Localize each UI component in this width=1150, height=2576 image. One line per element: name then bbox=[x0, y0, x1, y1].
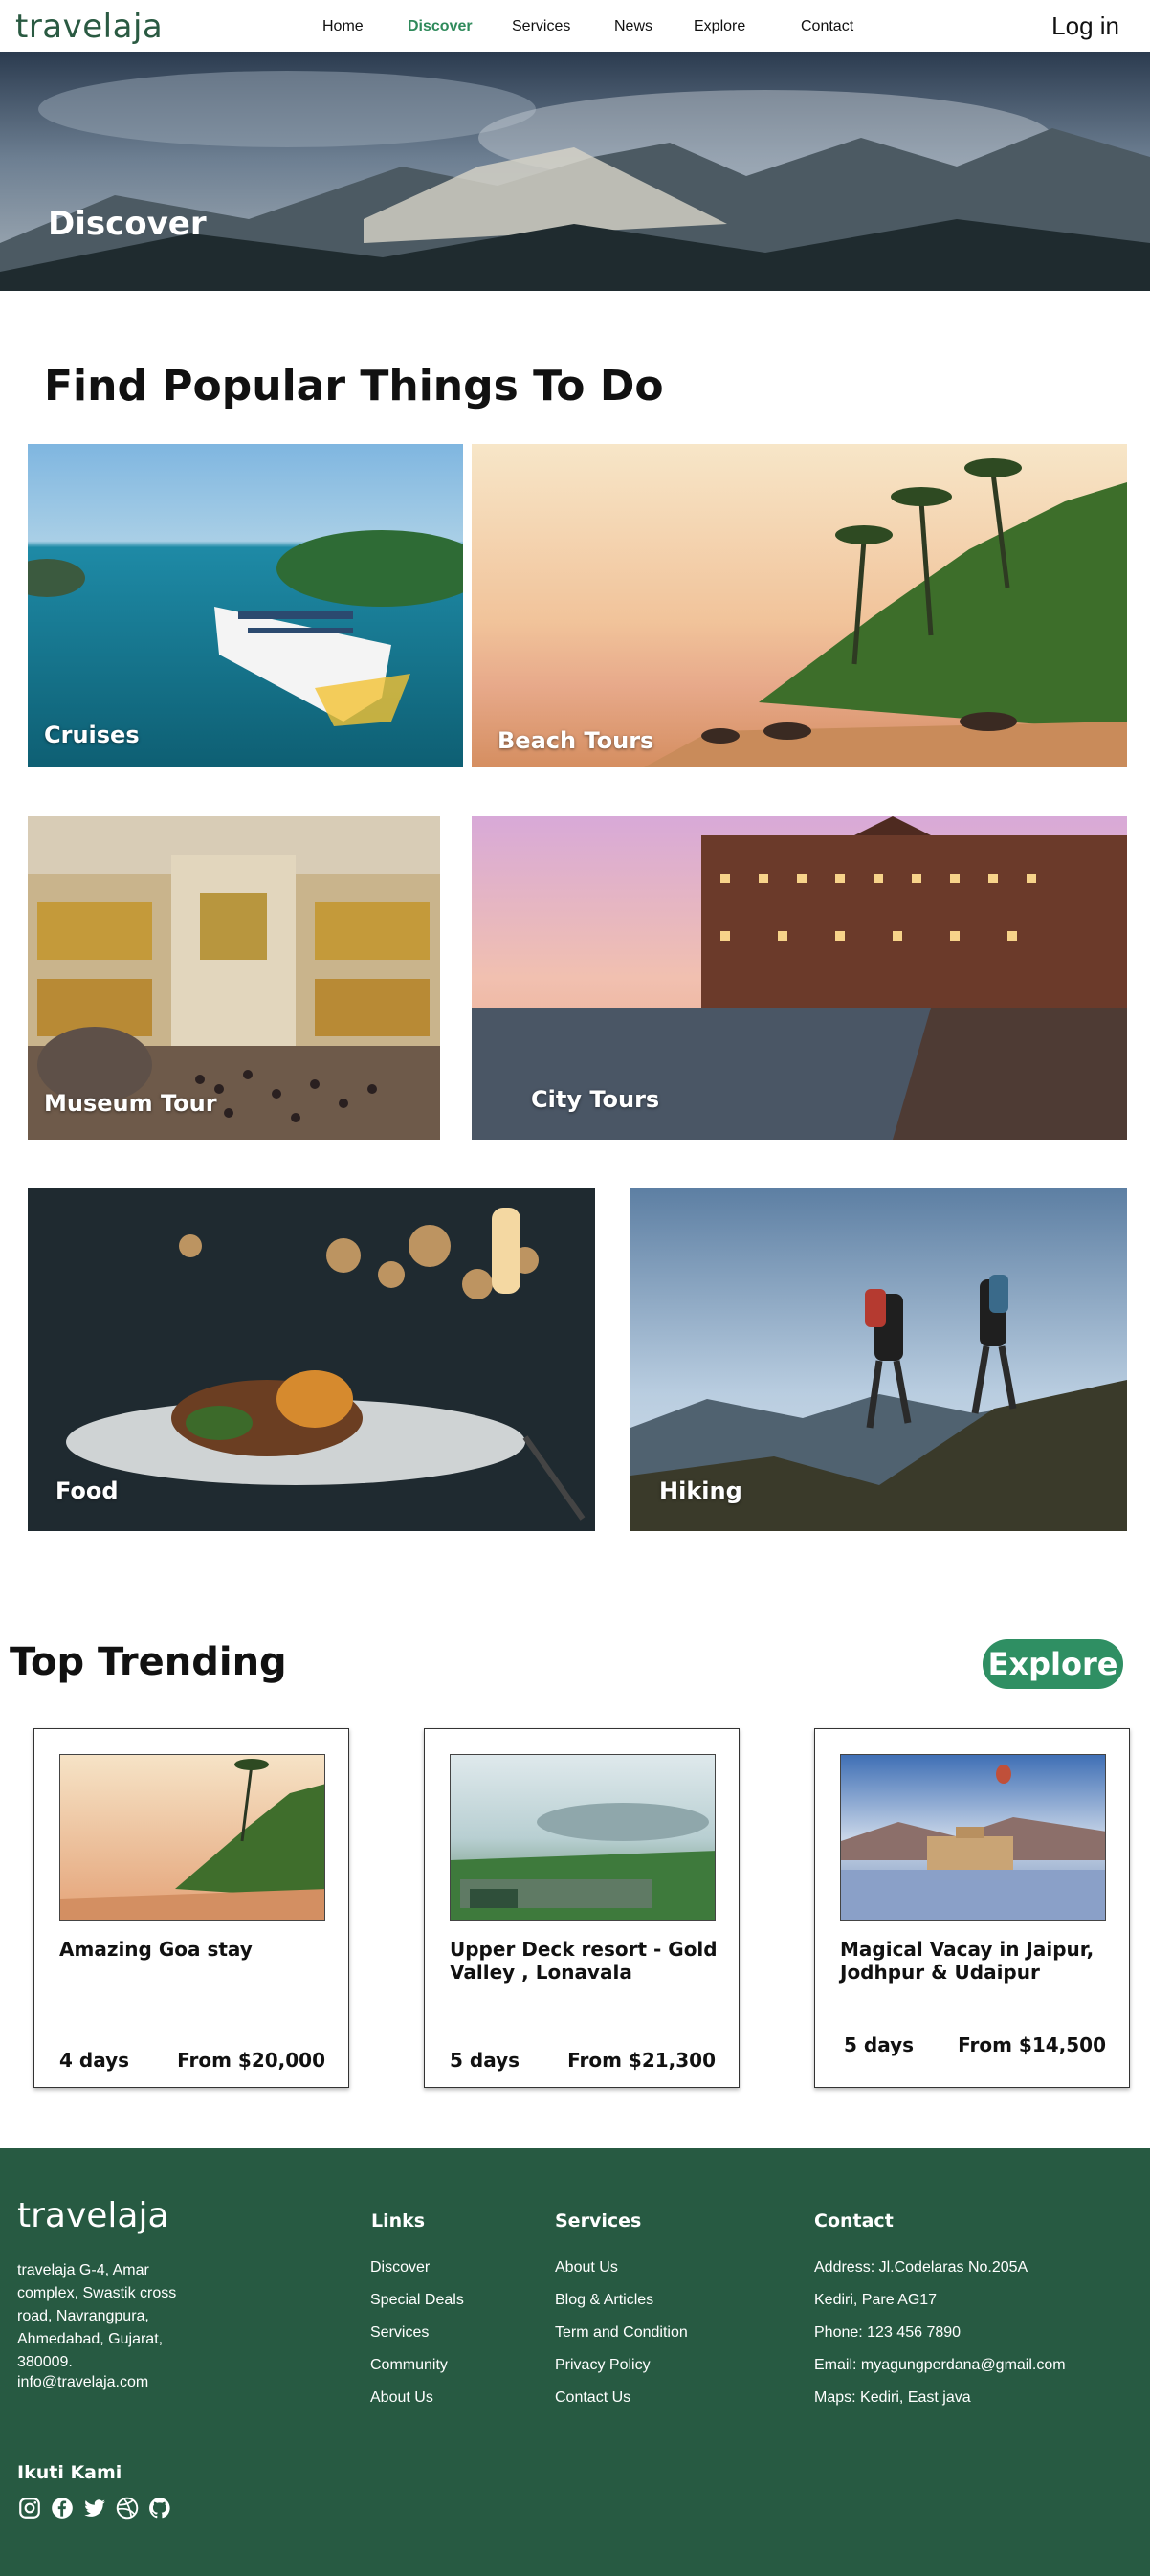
goa-beach-image bbox=[60, 1755, 324, 1920]
tile-label-beach-tours: Beach Tours bbox=[498, 727, 654, 754]
nav-link-explore[interactable]: Explore bbox=[694, 18, 745, 35]
dribbble-icon[interactable] bbox=[115, 2496, 140, 2520]
trending-card-goa[interactable]: Amazing Goa stay 4 days From $20,000 bbox=[33, 1728, 349, 2088]
lonavala-resort-image bbox=[451, 1755, 715, 1920]
nav-link-discover[interactable]: Discover bbox=[408, 18, 473, 35]
instagram-icon[interactable] bbox=[17, 2496, 42, 2520]
tile-label-museum-tour: Museum Tour bbox=[44, 1090, 217, 1117]
footer-social-title: Ikuti Kami bbox=[17, 2462, 122, 2483]
login-button[interactable]: Log in bbox=[1051, 11, 1119, 41]
footer-link-about-us[interactable]: About Us bbox=[370, 2389, 433, 2407]
trending-section-title: Top Trending bbox=[10, 1640, 287, 1684]
footer-contact-title: Contact bbox=[814, 2210, 894, 2232]
footer-logo[interactable]: travelaja bbox=[17, 2196, 169, 2235]
tile-beach-tours[interactable]: Beach Tours bbox=[472, 444, 1127, 767]
footer-link-discover[interactable]: Discover bbox=[370, 2259, 430, 2276]
footer-contact-city: Kediri, Pare AG17 bbox=[814, 2292, 938, 2308]
card-duration: 5 days bbox=[450, 2049, 520, 2072]
nav-link-news[interactable]: News bbox=[614, 18, 652, 35]
site-footer: travelaja travelaja G-4, Amar complex, S… bbox=[0, 2148, 1150, 2576]
footer-contact-email[interactable]: Email: myagungperdana@gmail.com bbox=[814, 2357, 1066, 2374]
tile-label-city-tours: City Tours bbox=[531, 1086, 660, 1113]
jaipur-palace-image bbox=[841, 1755, 1105, 1920]
card-duration: 4 days bbox=[59, 2049, 130, 2072]
card-image-goa bbox=[59, 1754, 325, 1921]
nav-link-home[interactable]: Home bbox=[322, 18, 364, 35]
card-image-jaipur bbox=[840, 1754, 1106, 1921]
card-price: From $21,300 bbox=[567, 2049, 716, 2072]
footer-links-title: Links bbox=[371, 2210, 426, 2232]
footer-service-about-us[interactable]: About Us bbox=[555, 2259, 618, 2276]
top-navbar: travelaja Home Discover Services News Ex… bbox=[0, 0, 1150, 52]
footer-service-privacy[interactable]: Privacy Policy bbox=[555, 2357, 651, 2374]
card-duration: 5 days bbox=[844, 2033, 915, 2056]
footer-service-terms[interactable]: Term and Condition bbox=[555, 2324, 688, 2342]
tile-label-cruises: Cruises bbox=[44, 722, 140, 748]
footer-address: travelaja G-4, Amar complex, Swastik cro… bbox=[17, 2262, 177, 2370]
footer-contact-maps[interactable]: Maps: Kediri, East java bbox=[814, 2389, 971, 2407]
tile-label-food: Food bbox=[55, 1477, 119, 1504]
card-title: Amazing Goa stay bbox=[59, 1938, 253, 1961]
tile-cruises[interactable]: Cruises bbox=[28, 444, 463, 767]
footer-link-community[interactable]: Community bbox=[370, 2357, 448, 2374]
card-image-lonavala bbox=[450, 1754, 716, 1921]
tile-museum-tour[interactable]: Museum Tour bbox=[28, 816, 440, 1140]
trending-card-jaipur[interactable]: Magical Vacay in Jaipur, Jodhpur & Udaip… bbox=[814, 1728, 1130, 2088]
tile-label-hiking: Hiking bbox=[659, 1477, 742, 1504]
mountain-hero-image bbox=[0, 52, 1150, 291]
brand-logo[interactable]: travelaja bbox=[15, 8, 163, 46]
footer-link-special-deals[interactable]: Special Deals bbox=[370, 2292, 464, 2309]
facebook-icon[interactable] bbox=[50, 2496, 75, 2520]
footer-service-blog[interactable]: Blog & Articles bbox=[555, 2292, 653, 2309]
card-price: From $20,000 bbox=[177, 2049, 325, 2072]
card-price: From $14,500 bbox=[958, 2033, 1106, 2056]
footer-contact-address: Address: Jl.Codelaras No.205A bbox=[814, 2259, 1028, 2276]
card-title: Upper Deck resort - Gold Valley , Lonava… bbox=[450, 1938, 718, 1984]
explore-button[interactable]: Explore bbox=[983, 1639, 1123, 1689]
footer-service-contact[interactable]: Contact Us bbox=[555, 2389, 630, 2407]
hero-banner: Discover bbox=[0, 52, 1150, 291]
tile-city-tours[interactable]: City Tours bbox=[472, 816, 1127, 1140]
tile-food[interactable]: Food bbox=[28, 1188, 595, 1531]
twitter-icon[interactable] bbox=[82, 2496, 107, 2520]
card-title: Magical Vacay in Jaipur, Jodhpur & Udaip… bbox=[840, 1938, 1095, 1984]
trending-card-lonavala[interactable]: Upper Deck resort - Gold Valley , Lonava… bbox=[424, 1728, 740, 2088]
hero-title: Discover bbox=[48, 205, 207, 243]
footer-email[interactable]: info@travelaja.com bbox=[17, 2374, 148, 2391]
footer-contact-phone[interactable]: Phone: 123 456 7890 bbox=[814, 2324, 961, 2342]
footer-services-title: Services bbox=[555, 2210, 642, 2232]
cruises-image bbox=[28, 444, 463, 767]
tile-hiking[interactable]: Hiking bbox=[630, 1188, 1127, 1531]
footer-link-services[interactable]: Services bbox=[370, 2324, 429, 2342]
nav-link-services[interactable]: Services bbox=[512, 18, 570, 35]
popular-section-title: Find Popular Things To Do bbox=[44, 362, 664, 411]
github-icon[interactable] bbox=[147, 2496, 172, 2520]
beach-tours-image bbox=[472, 444, 1127, 767]
nav-link-contact[interactable]: Contact bbox=[801, 18, 853, 35]
